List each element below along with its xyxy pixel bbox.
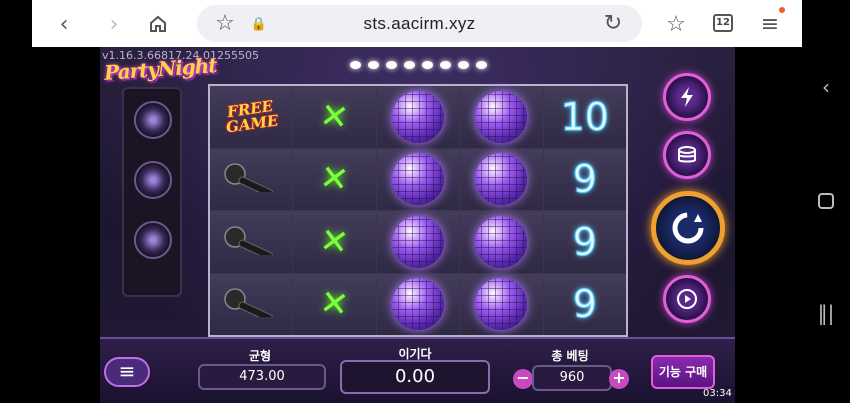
reel-cell	[460, 148, 543, 210]
glow-stick-symbol: ✕	[317, 282, 352, 327]
reel-cell	[460, 273, 543, 335]
glow-stick-symbol: ✕	[317, 157, 352, 202]
recents-icon[interactable]: ‖|	[814, 301, 838, 325]
speaker	[122, 87, 182, 297]
glow-stick-symbol: ✕	[317, 94, 352, 139]
reel-cell: FREE GAME	[210, 86, 293, 148]
number-symbol: 9	[572, 157, 597, 202]
number-symbol: 9	[572, 219, 597, 264]
autoplay-icon	[677, 289, 697, 309]
disco-ball-symbol	[391, 90, 444, 143]
disco-ball-symbol	[391, 153, 444, 206]
light	[404, 61, 415, 69]
reel-cell: 9	[543, 148, 626, 210]
forward-icon[interactable]: ›	[98, 8, 130, 40]
balance-value: 473.00	[198, 364, 326, 390]
menu-icon: ≡	[118, 359, 136, 383]
disco-ball-symbol	[391, 215, 444, 268]
back-icon[interactable]: ‹	[48, 8, 80, 40]
reel-cell: ✕	[293, 273, 376, 335]
reel-cell	[376, 211, 460, 273]
speaker-cone	[134, 161, 172, 199]
disco-ball-symbol	[475, 90, 528, 143]
control-column	[651, 69, 727, 339]
game-canvas: v1.16.3.66817.24.01255505 PartyNight FRE…	[100, 47, 735, 403]
disco-ball-symbol	[475, 278, 528, 331]
back-chevron-icon[interactable]: ‹	[814, 75, 838, 99]
clock: 03:34	[703, 388, 732, 399]
bet-label: 총 베팅	[551, 349, 589, 363]
reel-grid: FREE GAME ✕ 10 ✕ 9 ✕ 9 ✕ 9	[208, 84, 628, 337]
light	[386, 61, 397, 69]
reel-cell	[376, 273, 460, 335]
bet-increase-button[interactable]: +	[609, 369, 629, 389]
disco-ball-symbol	[475, 153, 528, 206]
home-square-icon[interactable]	[814, 190, 838, 214]
url-bar[interactable]: ☆ 🔒 sts.aacirm.xyz ↻	[197, 5, 642, 42]
stage-lights	[350, 61, 487, 69]
bet-value: 960	[532, 365, 612, 391]
reel-cell	[460, 86, 543, 148]
screen: ‹ › ☆ 🔒 sts.aacirm.xyz ↻ ☆ 12 ≡ ‹ ‖| v1.…	[0, 0, 850, 403]
bookmark-star-icon[interactable]: ☆	[660, 8, 692, 40]
reel-cell	[210, 273, 293, 335]
bottom-panel: ≡ 균형 473.00 이기다 0.00 총 베팅 − 960 + 기능 구매	[100, 337, 735, 403]
home-icon[interactable]	[142, 8, 174, 40]
speaker-cone	[134, 221, 172, 259]
reel-cell	[210, 211, 293, 273]
light	[350, 61, 361, 69]
reel-cell: ✕	[293, 86, 376, 148]
bet-decrease-button[interactable]: −	[513, 369, 533, 389]
reel-cell	[210, 148, 293, 210]
spin-button[interactable]	[651, 191, 725, 265]
tabs-icon[interactable]: 12	[713, 14, 733, 32]
win-value: 0.00	[340, 360, 490, 394]
reel-cell: ✕	[293, 211, 376, 273]
light	[422, 61, 433, 69]
reel-cell: 9	[543, 211, 626, 273]
light	[440, 61, 451, 69]
speaker-cone	[134, 101, 172, 139]
bet-coins-button[interactable]	[663, 131, 711, 179]
microphone-symbol	[223, 162, 279, 198]
spin-icon	[672, 212, 704, 244]
game-menu-button[interactable]: ≡	[104, 357, 150, 387]
light	[368, 61, 379, 69]
system-nav: ‹ ‖|	[802, 47, 850, 403]
url-text: sts.aacirm.xyz	[363, 14, 476, 33]
microphone-symbol	[223, 225, 279, 260]
microphone-symbol	[223, 287, 279, 323]
refresh-icon[interactable]: ↻	[597, 7, 629, 39]
glow-stick-symbol: ✕	[317, 219, 352, 264]
light	[476, 61, 487, 69]
turbo-button[interactable]	[663, 73, 711, 121]
autoplay-button[interactable]	[663, 275, 711, 323]
free-game-symbol: FREE GAME	[224, 96, 280, 137]
turbo-icon	[681, 87, 693, 107]
number-symbol: 10	[560, 94, 609, 139]
reel-cell: 10	[543, 86, 626, 148]
disco-ball-symbol	[391, 278, 444, 331]
reel-cell: ✕	[293, 148, 376, 210]
reel-cell	[376, 148, 460, 210]
reel-cell: 9	[543, 273, 626, 335]
number-symbol: 9	[572, 282, 597, 327]
coins-icon	[678, 146, 696, 163]
browser-toolbar: ‹ › ☆ 🔒 sts.aacirm.xyz ↻ ☆ 12 ≡	[32, 0, 802, 47]
buy-feature-button[interactable]: 기능 구매	[651, 355, 715, 389]
notification-dot	[779, 7, 785, 13]
light	[458, 61, 469, 69]
reel-cell	[460, 211, 543, 273]
reel-cell	[376, 86, 460, 148]
disco-ball-symbol	[475, 215, 528, 268]
balance-label: 균형	[248, 349, 272, 363]
